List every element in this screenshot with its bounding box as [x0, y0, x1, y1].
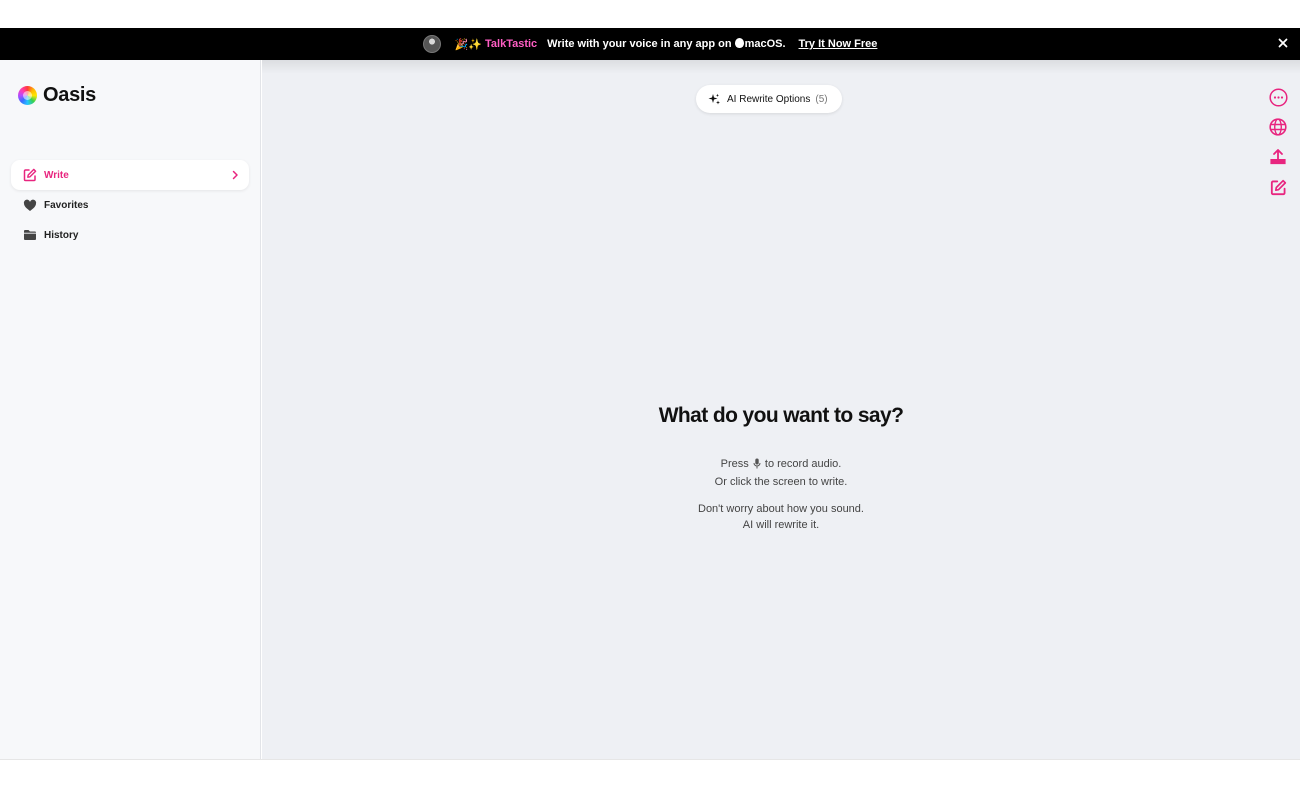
try-now-link[interactable]: Try It Now Free: [799, 38, 878, 50]
banner-platform: macOS.: [744, 38, 786, 50]
new-note-icon[interactable]: [1268, 177, 1288, 197]
write-hint: Or click the screen to write.: [714, 476, 848, 488]
reassure-text: Don't worry about how you sound.: [698, 503, 864, 515]
banner-message-text: Write with your voice in any app on: [547, 38, 732, 50]
record-hint: Press to record audio.: [262, 456, 1300, 474]
record-hint-pre: Press: [720, 458, 749, 470]
folder-icon: [22, 228, 37, 243]
avatar: [422, 35, 441, 53]
sidebar: Oasis Write Favorites History: [0, 60, 261, 759]
heart-icon: [22, 198, 37, 213]
more-icon[interactable]: [1268, 87, 1288, 107]
sidebar-nav: Write Favorites History: [11, 160, 249, 250]
sidebar-item-label: Write: [44, 169, 69, 181]
banner-message: Write with your voice in any app on macOS…: [547, 38, 786, 50]
rewrite-count: (5): [815, 93, 828, 105]
side-toolbar: [1268, 87, 1288, 197]
apple-icon: [734, 38, 744, 48]
editor-area[interactable]: AI Rewrite Options (5) What do you want …: [262, 60, 1300, 759]
sidebar-item-label: History: [44, 229, 79, 241]
empty-state-title: What do you want to say?: [658, 404, 904, 427]
sidebar-item-write[interactable]: Write: [11, 160, 249, 190]
sidebar-item-favorites[interactable]: Favorites: [11, 190, 249, 220]
chevron-right-icon: [231, 170, 239, 180]
close-icon[interactable]: [1276, 36, 1290, 50]
globe-icon[interactable]: [1268, 117, 1288, 137]
sparkle-icon: [708, 93, 720, 104]
sidebar-item-label: Favorites: [44, 199, 89, 211]
microphone-icon: [753, 458, 761, 474]
sidebar-item-history[interactable]: History: [11, 220, 249, 250]
top-spacer: [0, 0, 1300, 28]
edit-icon: [22, 168, 37, 183]
empty-state: What do you want to say? Press to record…: [262, 404, 1300, 533]
upload-icon[interactable]: [1268, 147, 1288, 167]
promo-banner: 🎉✨ TalkTastic Write with your voice in a…: [0, 28, 1300, 60]
ai-rewrite-options-button[interactable]: AI Rewrite Options (5): [696, 85, 842, 113]
oasis-logo-icon: [18, 86, 37, 105]
party-sparkle-emoji: 🎉✨: [454, 38, 482, 51]
rewrite-hint: AI will rewrite it.: [742, 519, 820, 531]
bottom-spacer: [0, 759, 1300, 788]
record-hint-post: to record audio.: [764, 458, 842, 470]
app-logo[interactable]: Oasis: [18, 84, 96, 107]
banner-brand: TalkTastic: [485, 38, 538, 50]
app-name: Oasis: [43, 84, 96, 106]
rewrite-label: AI Rewrite Options: [727, 93, 811, 105]
